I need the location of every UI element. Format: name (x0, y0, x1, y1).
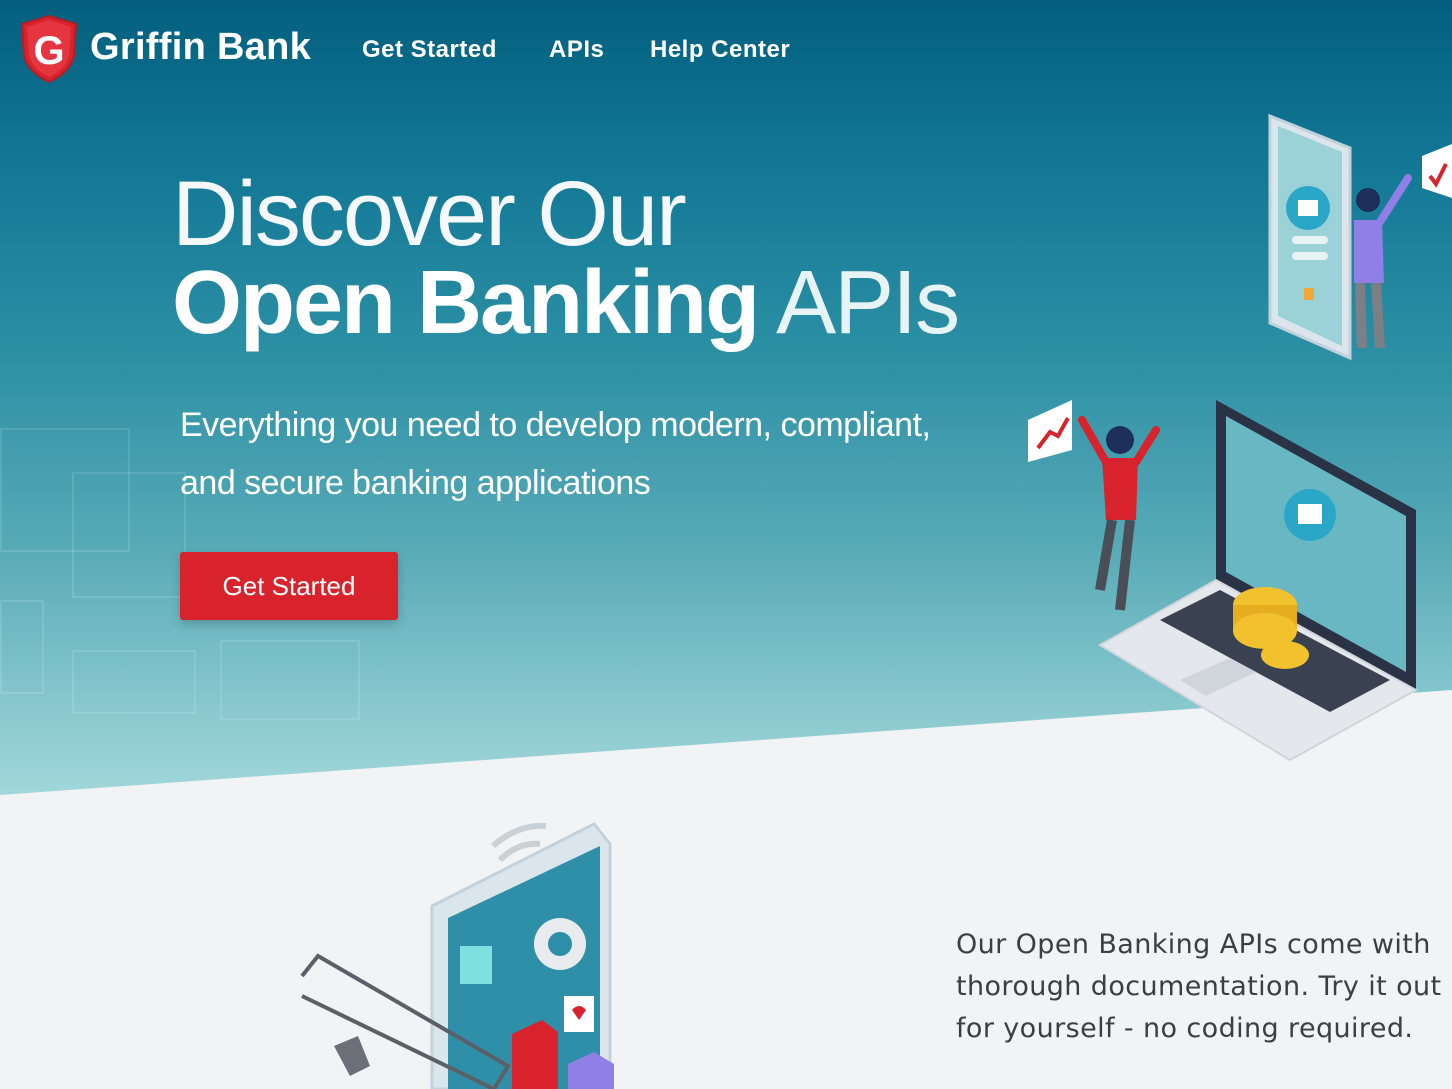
brand-name[interactable]: Griffin Bank (90, 26, 311, 69)
griffin-shield-logo-icon[interactable]: G (20, 14, 78, 84)
top-navigation-bar: G Griffin Bank Get Started APIs Help Cen… (0, 0, 1452, 100)
nav-link-help-center[interactable]: Help Center (650, 36, 790, 64)
decorative-circuit-line (72, 472, 186, 598)
decorative-circuit-line (0, 600, 44, 694)
feature-description: Our Open Banking APIs come with thorough… (956, 924, 1452, 1050)
hero-title-light: APIs (776, 253, 960, 353)
feature-description-line-2: thorough documentation. Try it out (956, 971, 1442, 1002)
decorative-circuit-line (220, 640, 360, 720)
hero-title-line-2: Open Banking APIs (172, 258, 960, 348)
logo-letter: G (33, 29, 64, 73)
get-started-button[interactable]: Get Started (180, 552, 398, 620)
feature-description-line-1: Our Open Banking APIs come with (956, 929, 1431, 960)
phone-banking-illustration (1268, 113, 1452, 361)
developer-tools-illustration (300, 822, 614, 1089)
hero-subtitle-line-1: Everything you need to develop modern, c… (180, 406, 931, 444)
laptop-banking-illustration (1028, 400, 1419, 762)
hero-subtitle: Everything you need to develop modern, c… (180, 396, 980, 512)
feature-description-line-3: for yourself - no coding required. (956, 1013, 1414, 1044)
hero-title-line-1: Discover Our (172, 163, 687, 265)
nav-link-apis[interactable]: APIs (549, 36, 604, 64)
nav-link-get-started[interactable]: Get Started (362, 36, 497, 64)
hero-title-bold: Open Banking (172, 253, 760, 353)
hero-subtitle-line-2: and secure banking applications (180, 464, 651, 502)
decorative-circuit-line (72, 650, 196, 714)
